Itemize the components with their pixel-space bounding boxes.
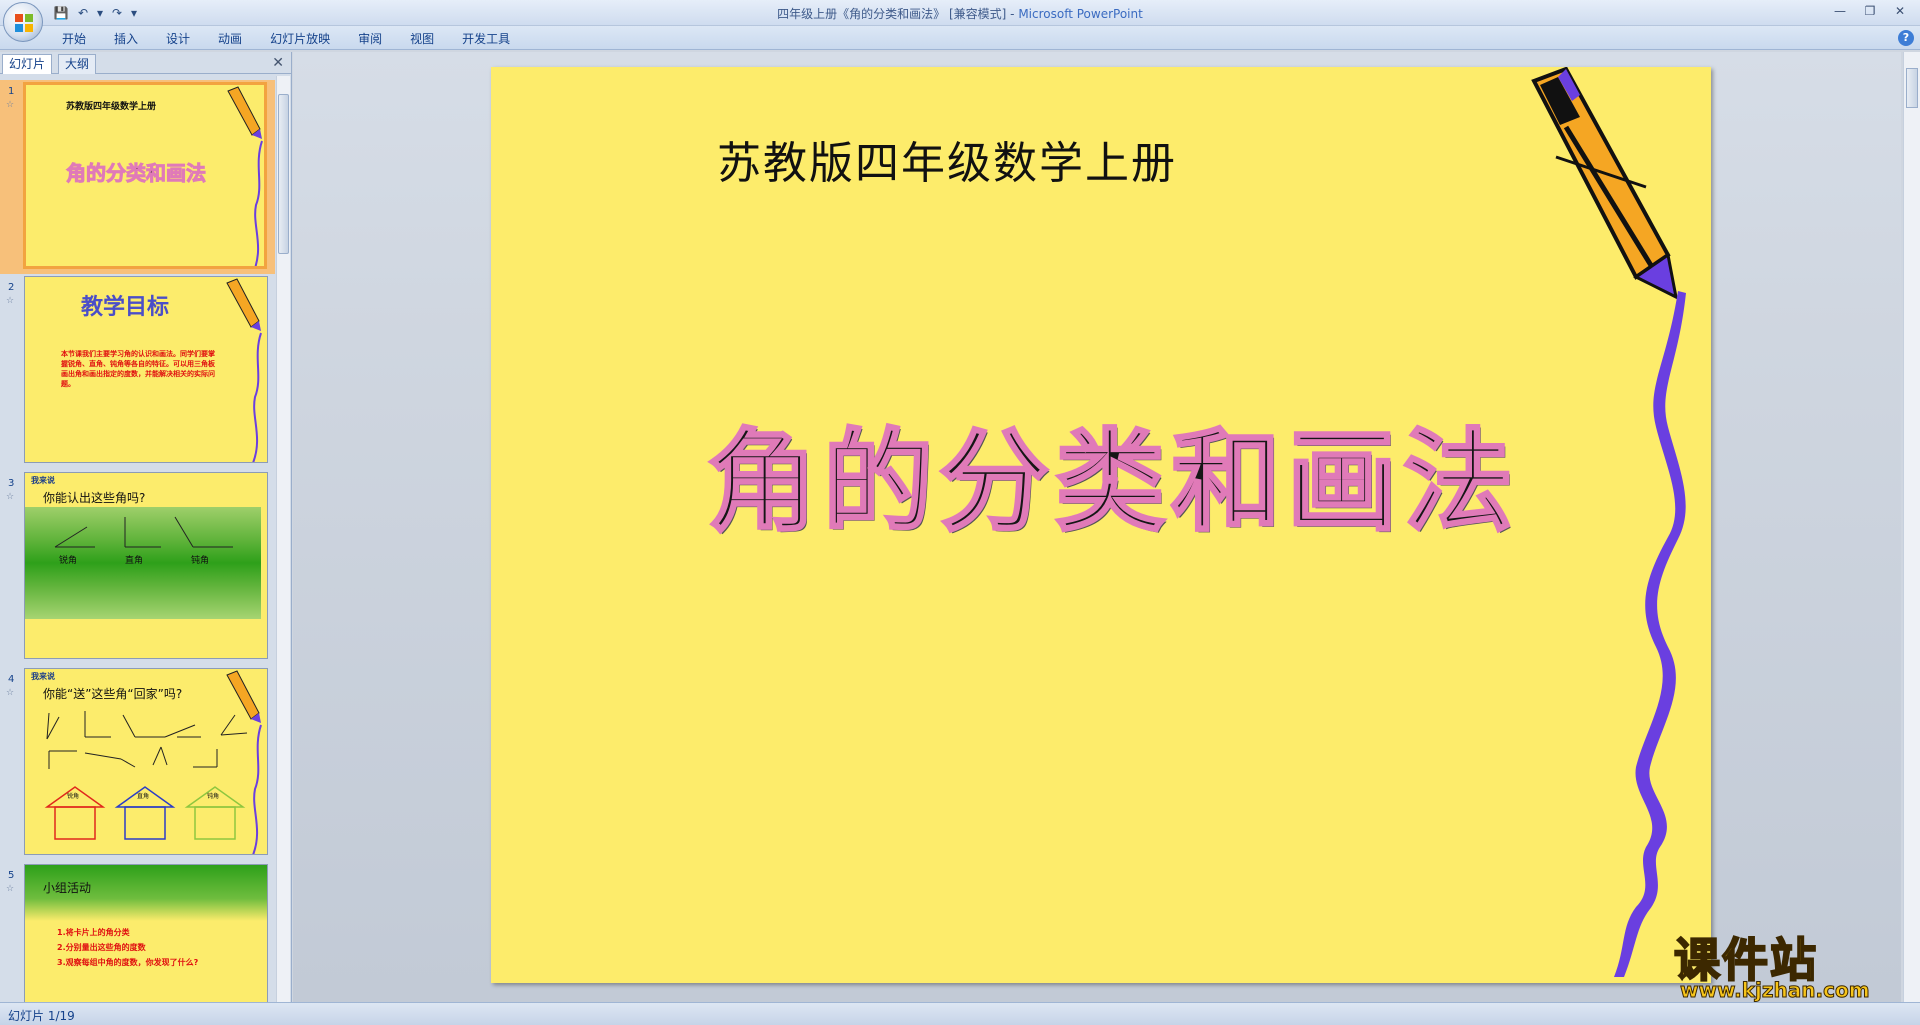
thumb-list-item: 2.分别量出这些角的度数 [57,943,146,952]
ribbon: 开始 插入 设计 动画 幻灯片放映 审阅 视图 开发工具 ? [0,26,1920,50]
pencil-icon [1531,67,1686,977]
slide-thumbnail[interactable]: 小组活动 1.将卡片上的角分类 2.分别量出这些角的度数 3.观察每组中角的度数… [24,864,268,1002]
restore-button[interactable]: ❐ [1856,2,1884,20]
slide-number: 3 [8,478,15,489]
close-button[interactable]: ✕ [1886,2,1914,20]
tab-design[interactable]: 设计 [154,30,202,48]
window-controls: — ❐ ✕ [1826,2,1914,20]
thumbnail-scrollbar[interactable] [276,76,290,1002]
scrollbar-thumb[interactable] [1906,68,1918,108]
thumb-label-right: 直角 [125,556,144,566]
slide-number: 2 [8,282,15,293]
watermark-url: www.kjzhan.com [1680,978,1871,1003]
thumb-question: 你能“送”这些角“回家”吗? [43,687,183,701]
ribbon-tabs: 开始 插入 设计 动画 幻灯片放映 审阅 视图 开发工具 [50,30,522,48]
tab-outline[interactable]: 大纲 [58,54,97,74]
window-title-document: 四年级上册《角的分类和画法》 [兼容模式] - [777,7,1019,21]
thumb-list: 1.将卡片上的角分类 2.分别量出这些角的度数 3.观察每组中角的度数，你发现了… [57,925,198,970]
thumb-house-obtuse: 钝角 [207,793,220,800]
scrollbar-thumb[interactable] [278,94,289,254]
slide-number: 4 [8,674,15,685]
powerpoint-window: 💾 ↶ ▾ ↷ ▾ 四年级上册《角的分类和画法》 [兼容模式] - Micros… [0,0,1920,1025]
pencil-icon [227,86,263,266]
slide-subtitle[interactable]: 苏教版四年级数学上册 [717,127,1177,191]
status-bar: 幻灯片 1/19 [0,1002,1920,1025]
minimize-button[interactable]: — [1826,2,1854,20]
thumb-heading: 教学目标 [80,295,169,320]
office-button[interactable] [3,2,43,42]
thumb-badge: 我来说 [31,672,55,681]
pencil-icon [226,278,262,462]
slide-number: 1 [8,86,15,97]
thumb-heading: 小组活动 [43,881,92,895]
tab-slideshow[interactable]: 幻灯片放映 [258,30,342,48]
thumb-label-obtuse: 钝角 [191,556,210,566]
slide-thumbnail[interactable]: 教学目标 本节课我们主要学习角的认识和画法。同学们要掌握锐角、直角、钝角等各自的… [24,276,268,463]
slide-thumbnail[interactable]: 苏教版四年级数学上册 角的分类和画法 [23,82,267,269]
title-bar: 💾 ↶ ▾ ↷ ▾ 四年级上册《角的分类和画法》 [兼容模式] - Micros… [0,0,1920,26]
slides-pane: 幻灯片 大纲 ✕ 1 ☆ 苏教版四年级数学上册 角的分类和画法 2 ☆ 教学目标… [0,52,292,1002]
thumb-list-item: 3.观察每组中角的度数，你发现了什么? [57,958,199,967]
tab-developer[interactable]: 开发工具 [450,30,522,48]
slide-number: 5 [8,870,15,881]
help-icon[interactable]: ? [1898,30,1914,46]
slide-counter: 幻灯片 1/19 [8,1009,75,1023]
animation-star-icon: ☆ [6,688,15,698]
thumb-house-acute: 锐角 [67,793,80,800]
thumb-badge: 我来说 [31,476,55,485]
thumb-body: 本节课我们主要学习角的认识和画法。同学们要掌握锐角、直角、钝角等各自的特征。可以… [61,350,215,388]
current-slide[interactable]: 苏教版四年级数学上册 角的分类和画法 [491,67,1711,983]
animation-star-icon: ☆ [6,100,15,110]
thumb-question: 你能认出这些角吗? [43,491,146,505]
slide-thumbnail[interactable]: 我来说 你能“送”这些角“回家”吗? 锐角 直角 钝角 [24,668,268,855]
office-logo-icon [15,14,33,32]
slide-title[interactable]: 角的分类和画法 [706,392,1519,552]
thumb-house-right: 直角 [137,793,150,800]
animation-star-icon: ☆ [6,296,15,306]
animation-star-icon: ☆ [6,492,15,502]
slide-thumbnail-list: 1 ☆ 苏教版四年级数学上册 角的分类和画法 2 ☆ 教学目标 本节课我们主要学… [0,76,275,1002]
tab-slides[interactable]: 幻灯片 [2,54,53,74]
window-title-app: Microsoft PowerPoint [1018,7,1143,21]
animation-star-icon: ☆ [6,884,15,894]
thumb-label-acute: 锐角 [59,556,78,566]
tab-insert[interactable]: 插入 [102,30,150,48]
tab-animations[interactable]: 动画 [206,30,254,48]
window-title: 四年级上册《角的分类和画法》 [兼容模式] - Microsoft PowerP… [0,5,1920,22]
thumb-title: 角的分类和画法 [66,161,207,186]
tab-view[interactable]: 视图 [398,30,446,48]
pencil-icon [226,670,262,854]
vertical-scrollbar[interactable] [1903,52,1920,1002]
slide-thumbnail[interactable]: 我来说 你能认出这些角吗? 锐角 直角 钝角 [24,472,268,659]
close-pane-icon[interactable]: ✕ [272,55,284,71]
tab-review[interactable]: 审阅 [346,30,394,48]
pane-tabs: 幻灯片 大纲 ✕ [0,52,292,74]
tab-home[interactable]: 开始 [50,30,98,48]
slide-editing-area: 苏教版四年级数学上册 角的分类和画法 [293,52,1901,1002]
kjzhan-watermark: 课件站 www.kjzhan.com [1672,924,1902,1004]
thumb-subtitle: 苏教版四年级数学上册 [66,102,157,112]
thumb-list-item: 1.将卡片上的角分类 [57,928,130,937]
